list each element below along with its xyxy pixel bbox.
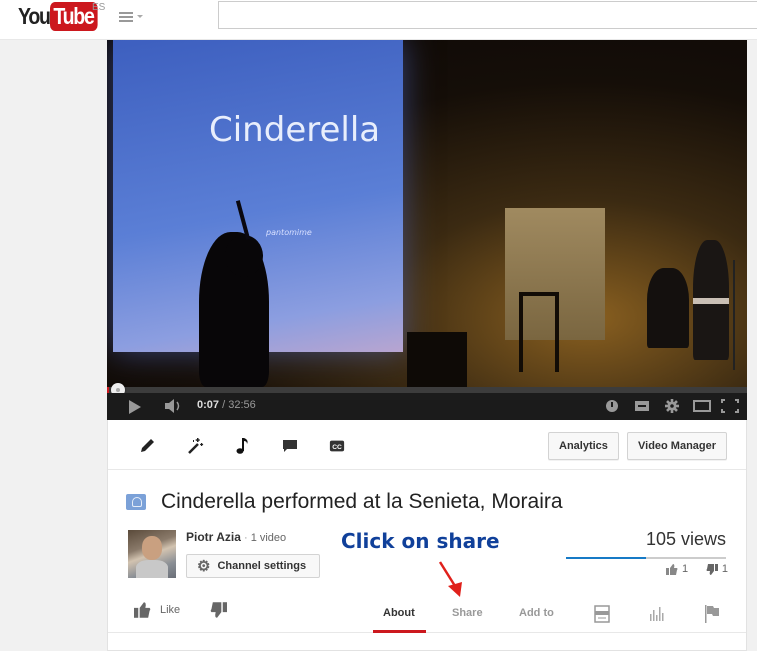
search-input[interactable]: [218, 1, 757, 29]
action-bar: Like About Share Add to: [108, 596, 746, 633]
hamburger-icon: [119, 12, 133, 14]
annotations-icon[interactable]: [281, 437, 299, 455]
tab-about[interactable]: About: [383, 607, 415, 619]
thumbs-down-icon: [210, 602, 227, 618]
visibility-public-icon: [126, 494, 146, 510]
channel-settings-label: Channel settings: [217, 560, 307, 572]
fullscreen-icon[interactable]: [721, 399, 739, 413]
video-player[interactable]: Cinderella pantomime 0:07 / 32:56: [107, 40, 747, 420]
tab-add-to[interactable]: Add to: [519, 607, 554, 619]
hamburger-icon-line: [119, 16, 133, 18]
watch-later-icon[interactable]: [605, 399, 619, 413]
slide-subtitle: pantomime: [266, 228, 312, 237]
country-code: ES: [92, 2, 106, 13]
time-display: 0:07 / 32:56: [197, 399, 256, 411]
like-count: 1: [682, 563, 689, 575]
transcript-icon[interactable]: [594, 605, 610, 623]
thumbs-down-icon: [706, 563, 718, 575]
statistics-icon[interactable]: [649, 607, 665, 621]
edit-pencil-icon[interactable]: [138, 437, 156, 455]
guide-menu-button[interactable]: [119, 10, 145, 24]
logo-you-text: You: [18, 3, 51, 29]
active-tab-indicator: [373, 630, 426, 633]
like-ratio-bar: [566, 557, 726, 559]
channel-settings-button[interactable]: ⚙ Channel settings: [186, 554, 320, 578]
dislike-button[interactable]: [210, 602, 227, 623]
enhancements-wand-icon[interactable]: [186, 437, 204, 455]
player-controls: 0:07 / 32:56: [107, 393, 747, 420]
audio-note-icon[interactable]: [234, 437, 252, 455]
chair-prop: [519, 292, 559, 372]
analytics-button[interactable]: Analytics: [548, 432, 619, 460]
red-arrow-icon: [438, 561, 462, 597]
thumbs-up-icon: [666, 563, 678, 575]
captions-cc-icon[interactable]: CC: [329, 437, 345, 455]
mic-stand: [733, 260, 735, 370]
logo-tube-text: Tube: [50, 2, 99, 31]
time-separator: /: [219, 399, 229, 411]
settings-icon[interactable]: [664, 399, 680, 413]
current-time: 0:07: [197, 399, 220, 411]
dislike-count: 1: [721, 563, 728, 575]
silhouette-head: [225, 235, 263, 277]
stool-prop: [407, 332, 467, 387]
owner-separator: ·: [240, 532, 251, 544]
channel-owner: Piotr Azia · 1 video: [186, 530, 286, 544]
video-frame[interactable]: Cinderella pantomime: [107, 40, 747, 387]
theater-mode-icon[interactable]: [693, 399, 711, 413]
video-info-card: CC Analytics Video Manager Cinderella pe…: [107, 420, 747, 651]
like-dislike-counts: 1 1: [666, 563, 728, 575]
view-count: 105 views: [645, 529, 726, 549]
gear-icon: ⚙: [197, 557, 211, 575]
performer-seated: [647, 268, 689, 348]
report-flag-icon[interactable]: [704, 605, 720, 623]
hamburger-icon-line: [119, 20, 133, 22]
tab-share[interactable]: Share: [452, 607, 483, 619]
creator-toolbar: CC Analytics Video Manager: [108, 420, 746, 470]
like-label: Like: [160, 604, 181, 616]
performer-sash: [693, 298, 729, 304]
channel-name-link[interactable]: Piotr Azia: [186, 530, 241, 544]
video-title: Cinderella performed at la Senieta, Mora…: [161, 490, 563, 513]
cc-label: CC: [332, 444, 342, 451]
thumbs-up-icon: [134, 602, 151, 618]
duration: 32:56: [228, 399, 256, 411]
instruction-annotation: Click on share: [341, 529, 500, 553]
like-button[interactable]: Like: [134, 602, 180, 618]
masthead: You Tube ES: [0, 0, 757, 40]
video-count[interactable]: 1 video: [251, 532, 286, 544]
channel-avatar[interactable]: [128, 530, 176, 578]
captions-icon[interactable]: [634, 399, 650, 413]
like-ratio-fill: [566, 557, 646, 559]
play-icon[interactable]: [129, 400, 141, 414]
volume-icon[interactable]: [165, 399, 187, 413]
video-manager-button[interactable]: Video Manager: [627, 432, 728, 460]
title-row: Cinderella performed at la Senieta, Mora…: [126, 490, 563, 514]
slide-title: Cinderella: [209, 110, 381, 150]
chevron-down-icon: [137, 15, 143, 18]
